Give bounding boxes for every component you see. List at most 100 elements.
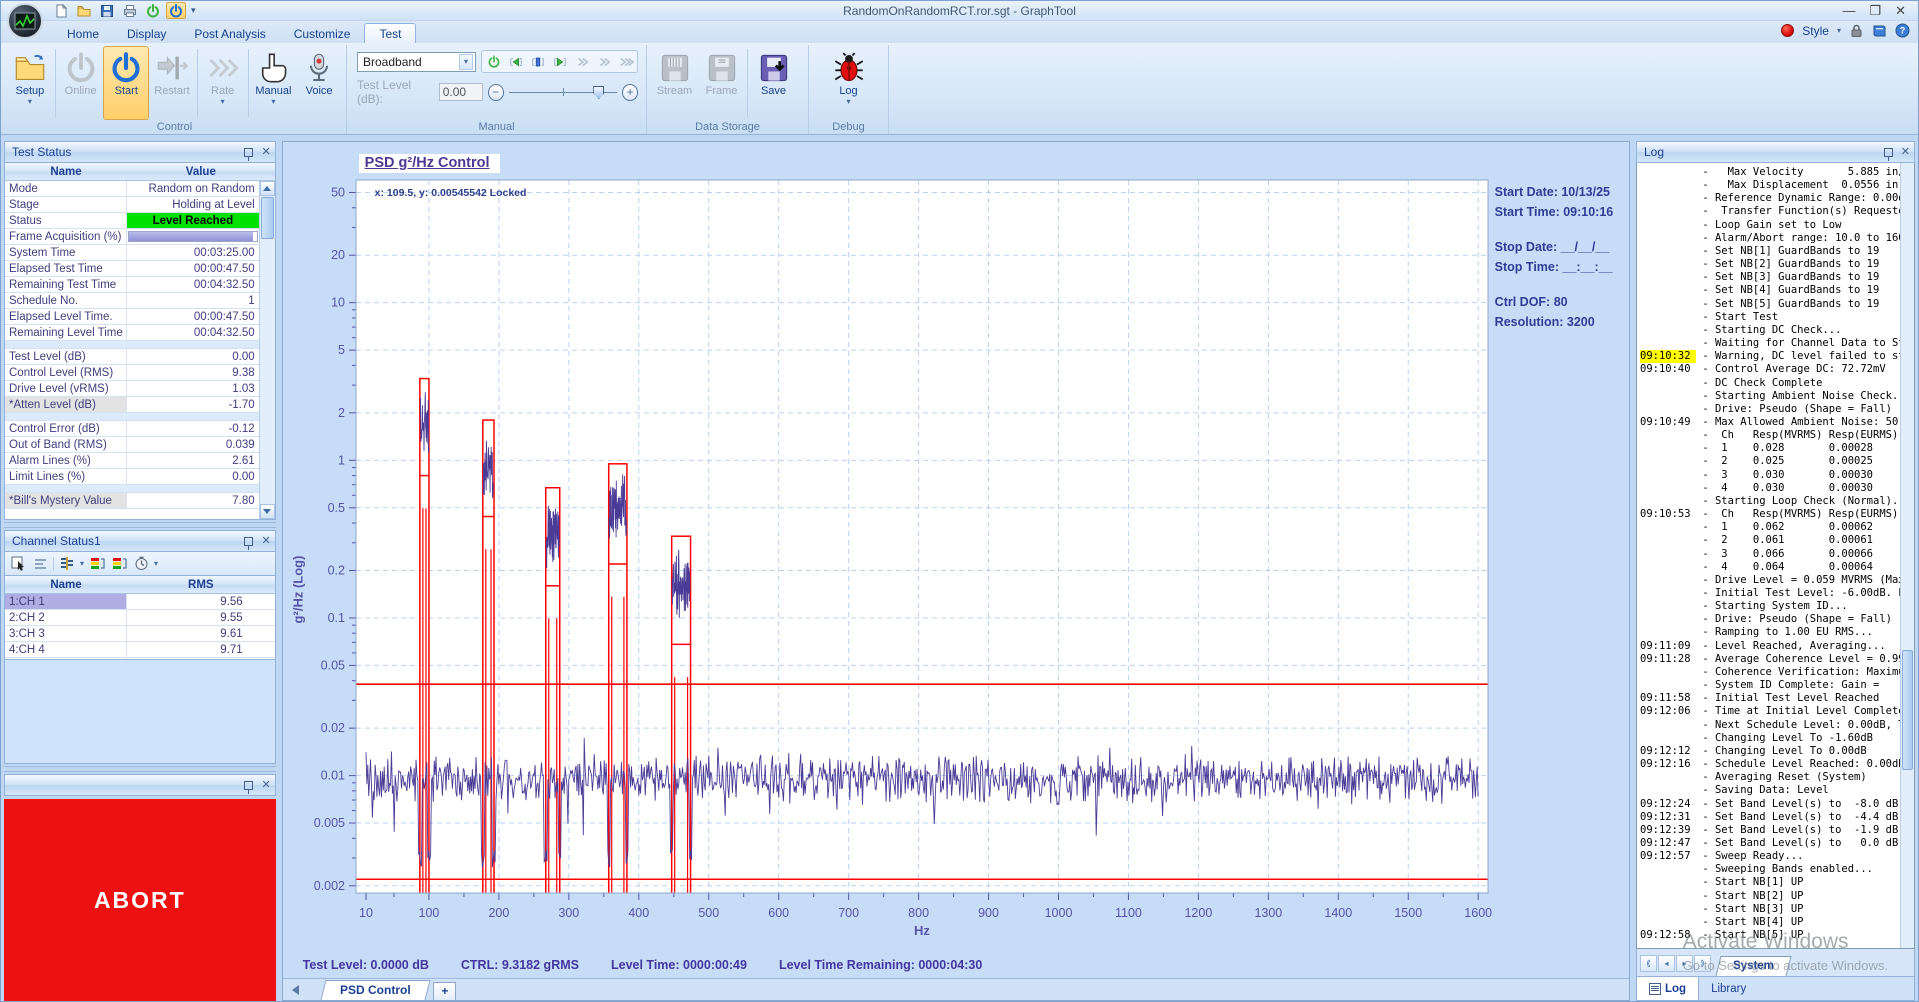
timer-button[interactable] (132, 555, 150, 573)
table-row[interactable]: Schedule No.1 (5, 293, 259, 309)
manual-book-button[interactable] (1872, 23, 1887, 38)
first-page-button[interactable]: ⟪ (1640, 955, 1657, 972)
broadband-combobox[interactable]: Broadband ▾ (357, 52, 476, 72)
align-rows-button[interactable] (31, 555, 49, 573)
channel-row[interactable]: 2:CH 29.55 (5, 610, 275, 626)
table-row[interactable]: Frame Acquisition (%) (5, 229, 259, 245)
log-scrollbar-thumb[interactable] (1902, 650, 1913, 770)
app-orb-button[interactable] (7, 3, 43, 39)
power-on-button[interactable] (143, 2, 163, 19)
limit-display-button[interactable] (88, 555, 106, 573)
column-header-name[interactable]: Name (5, 163, 127, 180)
column-config-button[interactable] (58, 555, 76, 573)
table-row[interactable]: Control Level (RMS)9.38 (5, 365, 259, 381)
table-row[interactable]: Alarm Lines (%)2.61 (5, 453, 259, 469)
psd-chart[interactable]: 5020105210.50.20.10.050.020.010.0050.002… (283, 142, 1631, 980)
record-stop-indicator[interactable] (1781, 24, 1794, 37)
level-slider[interactable] (509, 84, 618, 100)
channel-row[interactable]: 4:CH 49.71 (5, 642, 275, 658)
tab-library[interactable]: Library (1699, 977, 1758, 1000)
pin-icon[interactable] (244, 781, 253, 790)
tab-test[interactable]: Test (364, 23, 416, 43)
style-menu[interactable]: Style (1802, 24, 1829, 38)
stream-button[interactable]: Stream (651, 46, 698, 120)
scroll-up-button[interactable] (260, 181, 275, 196)
tab-psd-control[interactable]: PSD Control (320, 980, 430, 1000)
log-button[interactable]: Log ▾ (825, 46, 872, 120)
maximize-button[interactable]: ❐ (1869, 4, 1881, 18)
combobox-caret-icon[interactable]: ▾ (459, 54, 473, 70)
table-row[interactable]: StageHolding at Level (5, 197, 259, 213)
online-button[interactable]: Online (58, 46, 104, 120)
tab-home[interactable]: Home (53, 24, 113, 43)
table-row[interactable]: Control Error (dB)-0.12 (5, 421, 259, 437)
table-row[interactable]: Out of Band (RMS)0.039 (5, 437, 259, 453)
slider-thumb[interactable] (593, 86, 604, 99)
tab-scroll-left-button[interactable] (283, 979, 309, 1000)
close-panel-icon[interactable]: ✕ (261, 536, 270, 547)
next-page-button[interactable]: ▸ (1676, 955, 1693, 972)
band-skip-button-2[interactable] (593, 52, 614, 71)
table-row[interactable]: Limit Lines (%)0.00 (5, 469, 259, 485)
table-row[interactable]: System Time00:03:25.00 (5, 245, 259, 261)
channel-row[interactable]: 3:CH 39.61 (5, 626, 275, 642)
close-panel-icon[interactable]: ✕ (261, 147, 270, 158)
limit-display-alt-button[interactable] (110, 555, 128, 573)
log-content[interactable]: - Max Velocity 5.885 in/se - Max Displac… (1636, 163, 1915, 949)
save-data-button[interactable]: Save (750, 46, 797, 120)
pin-icon[interactable] (244, 148, 253, 157)
column-config-caret-icon[interactable]: ▾ (80, 559, 84, 568)
table-row[interactable]: ModeRandom on Random (5, 181, 259, 197)
minimize-button[interactable]: — (1842, 4, 1855, 18)
tab-log[interactable]: Log (1637, 977, 1699, 1000)
tab-customize[interactable]: Customize (280, 24, 365, 43)
table-row[interactable]: Test Level (dB)0.00 (5, 349, 259, 365)
band-skip-all-button[interactable] (615, 52, 636, 71)
timer-caret-icon[interactable]: ▾ (154, 559, 158, 568)
band-hold-button[interactable] (527, 52, 548, 71)
power-active-button[interactable] (166, 2, 186, 19)
setup-button[interactable]: Setup ▾ (7, 46, 53, 120)
save-file-button[interactable] (97, 2, 117, 19)
restart-button[interactable]: Restart (149, 46, 195, 120)
column-header-value[interactable]: Value (127, 163, 275, 180)
table-row[interactable]: Elapsed Test Time00:00:47.50 (5, 261, 259, 277)
panel-splitter[interactable] (4, 766, 276, 772)
print-button[interactable] (120, 2, 140, 19)
level-decrease-button[interactable]: − (488, 84, 504, 101)
new-document-button[interactable] (51, 2, 71, 19)
column-header-rms[interactable]: RMS (127, 576, 275, 593)
rate-button[interactable]: Rate ▾ (200, 46, 246, 120)
channel-row[interactable]: 1:CH 19.56 (5, 594, 275, 610)
tab-system[interactable]: System (1716, 956, 1792, 976)
add-tab-button[interactable]: + (433, 982, 456, 1000)
table-row[interactable]: Elapsed Level Time.00:00:47.50 (5, 309, 259, 325)
scrollbar-thumb[interactable] (261, 197, 274, 239)
style-caret-icon[interactable]: ▾ (1837, 26, 1841, 35)
qat-customize-caret[interactable]: ▾ (191, 5, 196, 16)
tab-post-analysis[interactable]: Post Analysis (180, 24, 279, 43)
table-row[interactable]: Remaining Level Time00:04:32.50 (5, 325, 259, 341)
level-increase-button[interactable]: + (622, 84, 638, 101)
open-file-button[interactable] (74, 2, 94, 19)
test-level-input[interactable] (439, 83, 483, 101)
test-status-scrollbar[interactable] (259, 181, 275, 519)
frame-button[interactable]: Frame (698, 46, 745, 120)
pin-icon[interactable] (1884, 148, 1893, 157)
start-button[interactable]: Start (103, 46, 149, 120)
table-row[interactable]: *Bill's Mystery Value7.80 (5, 493, 259, 509)
column-header-name[interactable]: Name (5, 576, 127, 593)
band-power-button[interactable] (483, 52, 504, 71)
band-step-back-button[interactable] (505, 52, 526, 71)
tab-display[interactable]: Display (113, 24, 180, 43)
band-step-forward-button[interactable] (549, 52, 570, 71)
pin-icon[interactable] (244, 537, 253, 546)
select-cursor-button[interactable] (9, 555, 27, 573)
close-button[interactable]: ✕ (1895, 4, 1906, 18)
table-row[interactable]: Remaining Test Time00:04:32.50 (5, 277, 259, 293)
log-scrollbar[interactable] (1900, 163, 1914, 948)
band-skip-button-1[interactable] (571, 52, 592, 71)
close-panel-icon[interactable]: ✕ (261, 780, 270, 791)
help-button[interactable]: ? (1895, 23, 1910, 38)
table-row[interactable]: Drive Level (vRMS)1.03 (5, 381, 259, 397)
